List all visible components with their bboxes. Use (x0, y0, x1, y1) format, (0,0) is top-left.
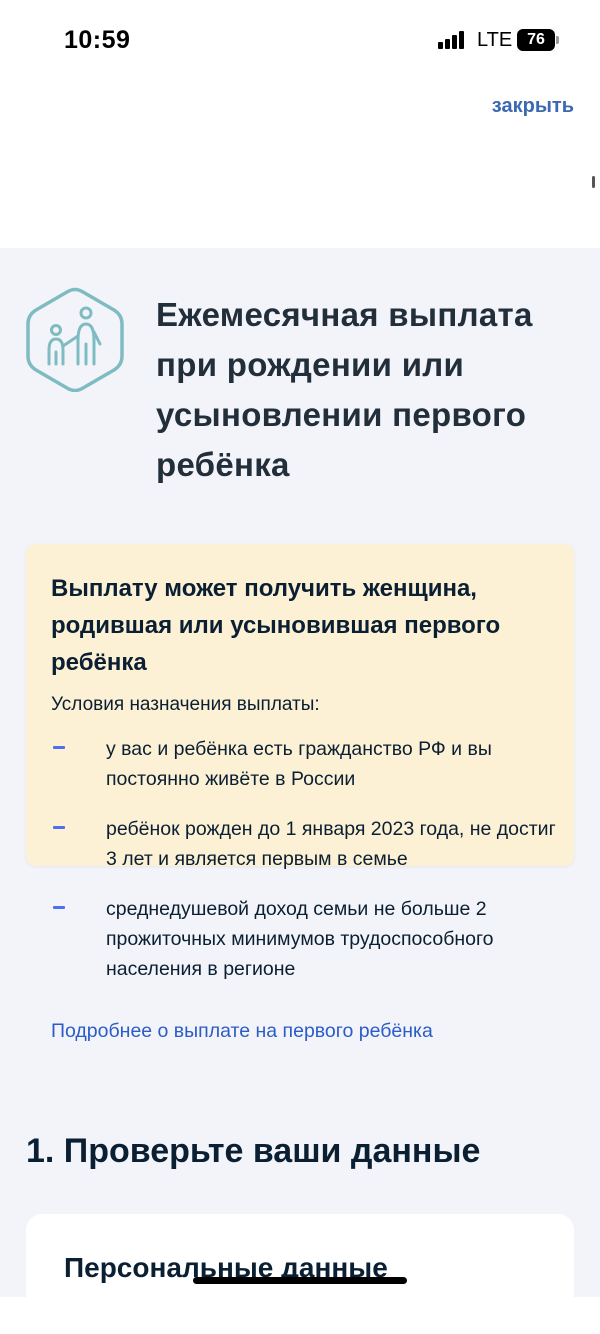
status-time: 10:59 (64, 26, 131, 54)
eligibility-title: Выплату может получить женщина, родившая… (51, 575, 501, 676)
scroll-indicator (592, 176, 595, 188)
eligibility-card: Выплату может получить женщина, родившая… (26, 544, 574, 1042)
condition-text: ребёнок рожден до 1 января 2023 года, не… (106, 818, 556, 870)
condition-item: у вас и ребёнка есть гражданство РФ и вы… (51, 734, 556, 794)
status-bar: 10:59 LTE 76 (0, 0, 600, 80)
network-label: LTE (477, 29, 513, 51)
personal-data-card[interactable]: Персональные данные (26, 1214, 574, 1334)
dash-bullet-icon (53, 826, 65, 829)
service-title: Ежемесячная выплата при рождении или усы… (156, 296, 533, 483)
battery-icon: 76 (517, 29, 559, 51)
payment-details-link[interactable]: Подробнее о выплате на первого ребёнка (51, 1020, 433, 1043)
dash-bullet-icon (53, 746, 65, 749)
family-icon (26, 287, 124, 392)
conditions-label: Условия назначения выплаты: (51, 694, 320, 715)
signal-icon (438, 31, 466, 49)
home-indicator[interactable] (193, 1277, 407, 1284)
condition-item: ребёнок рожден до 1 января 2023 года, не… (51, 814, 556, 874)
condition-text: у вас и ребёнка есть гражданство РФ и вы… (106, 738, 492, 790)
conditions-list: у вас и ребёнка есть гражданство РФ и вы… (51, 734, 556, 1004)
condition-item: среднедушевой доход семьи не больше 2 пр… (51, 894, 556, 984)
dash-bullet-icon (53, 906, 65, 909)
close-link[interactable]: закрыть (492, 95, 574, 118)
main-content: Ежемесячная выплата при рождении или усы… (0, 248, 600, 1334)
section-title: 1. Проверьте ваши данные (26, 1132, 481, 1170)
condition-text: среднедушевой доход семьи не больше 2 пр… (106, 898, 494, 980)
